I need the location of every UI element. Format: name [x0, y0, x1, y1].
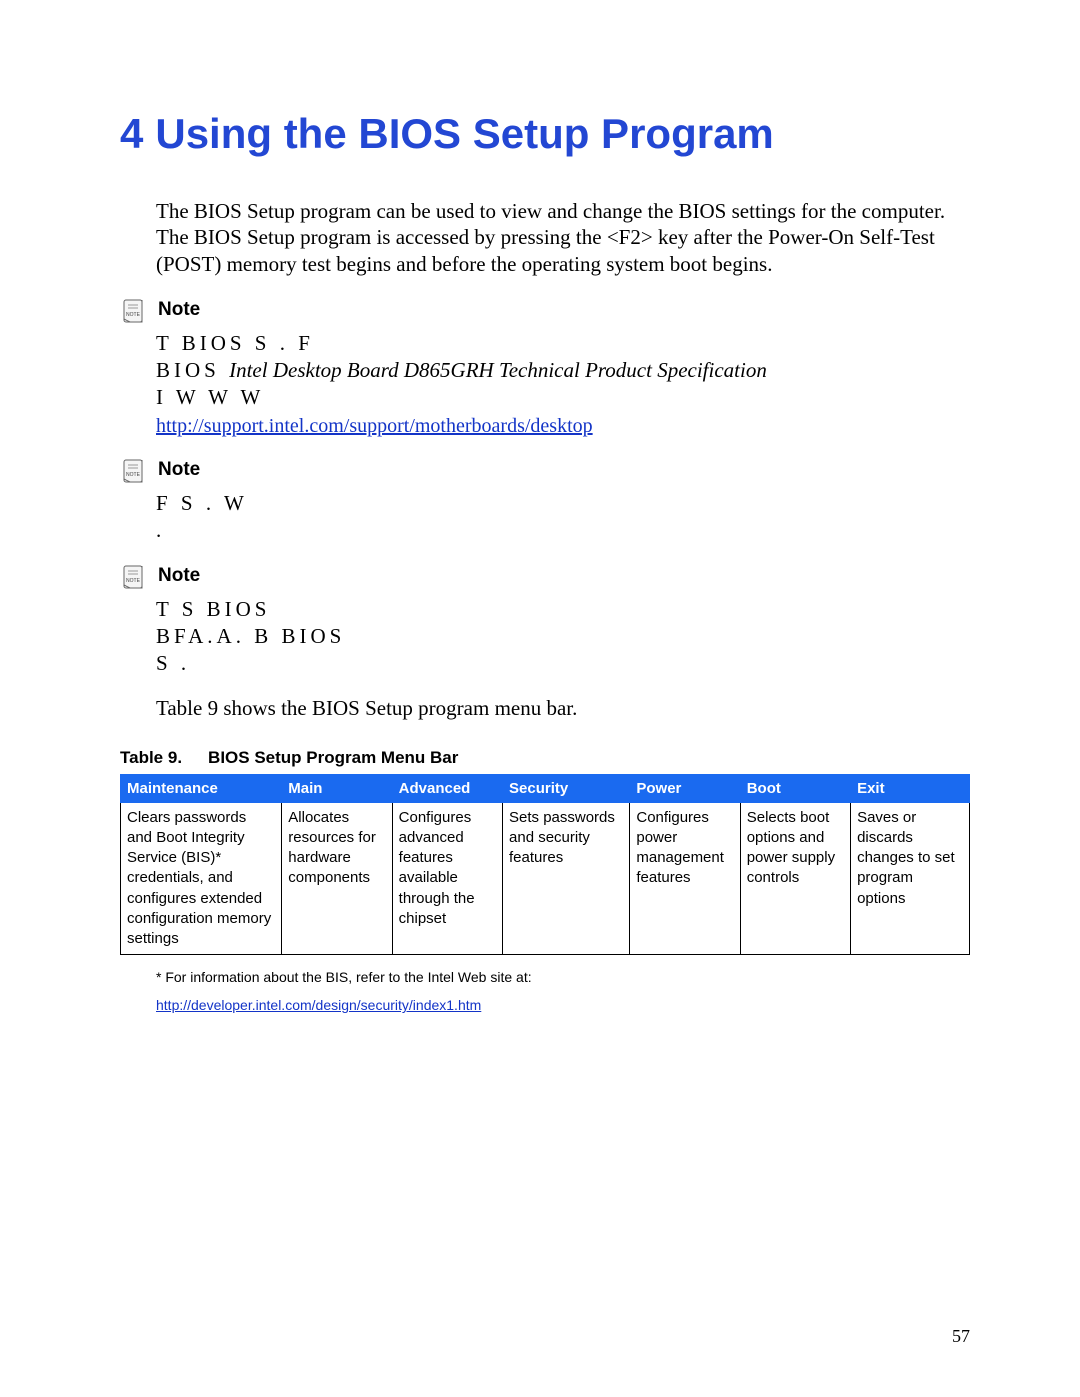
- table-caption: Table 9. BIOS Setup Program Menu Bar: [120, 748, 970, 768]
- note-block-3: NOTE Note T S BIOS BFA.A. B BIOS S .: [120, 565, 970, 678]
- footnote: * For information about the BIS, refer t…: [156, 969, 970, 985]
- note-body-1: T BIOS S . F BIOS Intel Desktop Board D8…: [156, 330, 970, 439]
- note-icon: NOTE: [120, 457, 148, 490]
- note-icon: NOTE: [120, 297, 148, 330]
- note2-line1: F S . W: [156, 490, 970, 517]
- note1-link[interactable]: http://support.intel.com/support/motherb…: [156, 415, 593, 437]
- note-block-2: NOTE Note F S . W .: [120, 459, 970, 545]
- th-main: Main: [282, 774, 392, 802]
- chapter-number: 4: [120, 110, 143, 157]
- note1-line2-italic: Intel Desktop Board D865GRH Technical Pr…: [229, 358, 767, 382]
- note3-line3: S .: [156, 650, 970, 677]
- th-advanced: Advanced: [392, 774, 502, 802]
- th-security: Security: [503, 774, 630, 802]
- table-header-row: Maintenance Main Advanced Security Power…: [121, 774, 970, 802]
- chapter-title: 4 Using the BIOS Setup Program: [120, 110, 970, 158]
- td-advanced: Configures advanced features available t…: [392, 802, 502, 955]
- note-body-3: T S BIOS BFA.A. B BIOS S .: [156, 596, 970, 678]
- note1-line1: T BIOS S . F: [156, 330, 970, 357]
- th-boot: Boot: [740, 774, 850, 802]
- td-boot: Selects boot options and power supply co…: [740, 802, 850, 955]
- note3-line1: T S BIOS: [156, 596, 970, 623]
- note2-line2: .: [156, 517, 970, 544]
- note-heading: Note: [158, 299, 200, 321]
- page-number: 57: [952, 1326, 970, 1347]
- td-exit: Saves or discards changes to set program…: [851, 802, 970, 955]
- td-main: Allocates resources for hardware compone…: [282, 802, 392, 955]
- svg-text:NOTE: NOTE: [126, 578, 141, 584]
- note1-line2-prefix: BIOS: [156, 358, 229, 382]
- table-intro: Table 9 shows the BIOS Setup program men…: [156, 695, 970, 721]
- bios-menu-table: Maintenance Main Advanced Security Power…: [120, 774, 970, 956]
- th-maintenance: Maintenance: [121, 774, 282, 802]
- note-heading: Note: [158, 459, 200, 481]
- table-caption-text: BIOS Setup Program Menu Bar: [208, 748, 458, 767]
- note3-line2: BFA.A. B BIOS: [156, 623, 970, 650]
- td-security: Sets passwords and security features: [503, 802, 630, 955]
- th-exit: Exit: [851, 774, 970, 802]
- note-heading: Note: [158, 565, 200, 587]
- table-label: Table 9.: [120, 748, 182, 767]
- note-body-2: F S . W .: [156, 490, 970, 545]
- intro-paragraph: The BIOS Setup program can be used to vi…: [156, 198, 970, 277]
- td-maintenance: Clears passwords and Boot Integrity Serv…: [121, 802, 282, 955]
- page: 4 Using the BIOS Setup Program The BIOS S…: [0, 0, 1080, 1397]
- table-row: Clears passwords and Boot Integrity Serv…: [121, 802, 970, 955]
- th-power: Power: [630, 774, 740, 802]
- td-power: Configures power management features: [630, 802, 740, 955]
- footnote-link[interactable]: http://developer.intel.com/design/securi…: [156, 997, 481, 1013]
- svg-text:NOTE: NOTE: [126, 312, 141, 318]
- chapter-title-text: Using the BIOS Setup Program: [155, 110, 773, 157]
- note-icon: NOTE: [120, 563, 148, 596]
- note-block-1: NOTE Note T BIOS S . F BIOS Intel Deskto…: [120, 299, 970, 439]
- svg-text:NOTE: NOTE: [126, 472, 141, 478]
- note1-line3: I W W W: [156, 384, 970, 411]
